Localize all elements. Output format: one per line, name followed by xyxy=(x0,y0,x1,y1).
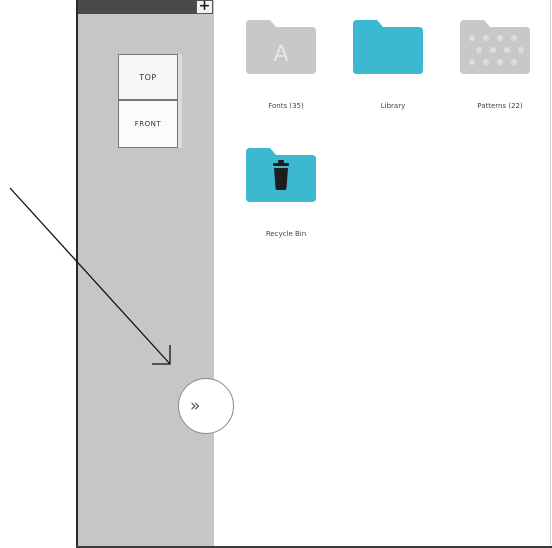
folder-label: Patterns (22) xyxy=(477,102,523,110)
svg-text:A: A xyxy=(273,42,288,67)
folder-label: Recycle Bin xyxy=(265,230,307,238)
view-cube-front-face[interactable]: FRONT xyxy=(118,100,178,148)
folder-label: Library xyxy=(380,102,406,110)
folder-tile-fonts[interactable]: A Fonts (35) xyxy=(246,20,326,120)
recycle-bin-icon xyxy=(246,148,316,202)
expand-panel-button[interactable]: » xyxy=(178,378,234,434)
double-chevron-right-icon: » xyxy=(190,396,201,416)
file-browser: A Fonts (35) Library Patterns (22) Recyc… xyxy=(214,0,550,546)
folder-label: Fonts (35) xyxy=(268,102,304,110)
folder-tile-library[interactable]: Library xyxy=(353,20,433,120)
view-cube-top-face[interactable]: TOP xyxy=(118,54,178,100)
folder-tile-recycle-bin[interactable]: Recycle Bin xyxy=(246,148,326,248)
view-cube-side-face xyxy=(178,54,182,148)
folder-tile-patterns[interactable]: Patterns (22) xyxy=(460,20,540,120)
screen: + TOP FRONT A Fonts (35) Library Pattern… xyxy=(0,0,552,548)
app-right-border xyxy=(550,0,551,548)
fonts-folder-icon: A xyxy=(246,20,316,74)
view-cube[interactable]: TOP FRONT xyxy=(118,54,182,148)
panel-topbar xyxy=(78,0,196,14)
patterns-folder-icon xyxy=(460,20,530,74)
add-button[interactable]: + xyxy=(196,0,213,14)
library-folder-icon xyxy=(353,20,423,74)
